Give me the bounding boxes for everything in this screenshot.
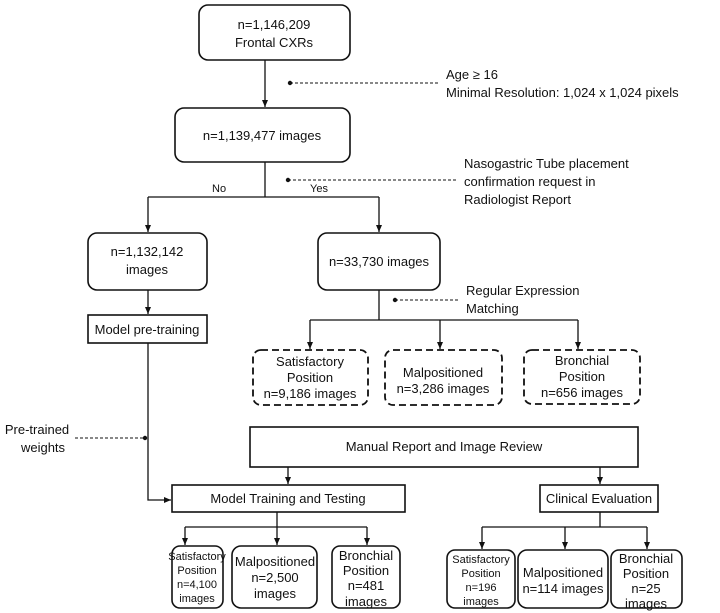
box-clin-malpositioned: Malpositioned n=114 images: [517, 549, 609, 609]
box-model-training: Model Training and Testing: [171, 484, 406, 513]
svg-text:n=25: n=25: [631, 581, 660, 596]
box-regex-bronchial: Bronchial Position n=656 images: [523, 349, 641, 405]
svg-text:Satisfactory: Satisfactory: [168, 551, 226, 563]
svg-text:Manual Report and Image Review: Manual Report and Image Review: [346, 439, 543, 454]
svg-text:Malpositioned: Malpositioned: [523, 565, 603, 580]
svg-text:Position: Position: [177, 565, 216, 577]
svg-text:n=1,139,477 images: n=1,139,477 images: [203, 128, 322, 143]
svg-text:n=114 images: n=114 images: [522, 581, 604, 596]
annotation-regex: Regular Expression Matching: [466, 283, 579, 316]
svg-text:n=9,186 images: n=9,186 images: [264, 386, 357, 401]
svg-text:Bronchial: Bronchial: [339, 548, 393, 563]
svg-text:Age ≥ 16: Age ≥ 16: [446, 67, 498, 82]
svg-text:Model pre-training: Model pre-training: [95, 322, 200, 337]
annotation-ngt-request: Nasogastric Tube placement confirmation …: [464, 156, 629, 207]
svg-text:Pre-trained: Pre-trained: [5, 422, 69, 437]
svg-text:n=196: n=196: [466, 582, 497, 594]
svg-text:Regular Expression: Regular Expression: [466, 283, 579, 298]
box-no-branch: n=1,132,142 images: [87, 232, 208, 291]
svg-text:n=33,730 images: n=33,730 images: [329, 254, 430, 269]
box-clinical-evaluation: Clinical Evaluation: [539, 484, 659, 513]
svg-text:Bronchial: Bronchial: [555, 353, 609, 368]
box-train-bronchial: Bronchial Position n=481 images: [331, 545, 401, 609]
svg-text:Minimal Resolution: 1,024 x 1,: Minimal Resolution: 1,024 x 1,024 pixels: [446, 85, 679, 100]
svg-text:Position: Position: [461, 568, 500, 580]
svg-text:confirmation request in: confirmation request in: [464, 174, 596, 189]
svg-text:Bronchial: Bronchial: [619, 551, 673, 566]
svg-text:Nasogastric Tube placement: Nasogastric Tube placement: [464, 156, 629, 171]
svg-text:Clinical Evaluation: Clinical Evaluation: [546, 491, 652, 506]
svg-text:n=4,100: n=4,100: [177, 579, 217, 591]
box-yes-branch: n=33,730 images: [317, 232, 441, 291]
svg-text:Model Training and Testing: Model Training and Testing: [210, 491, 365, 506]
svg-text:weights: weights: [20, 440, 66, 455]
svg-text:images: images: [254, 586, 296, 601]
label-no: No: [212, 183, 226, 195]
svg-text:n=656 images: n=656 images: [541, 385, 624, 400]
label-yes: Yes: [310, 183, 328, 195]
flowchart: n=1,146,209 Frontal CXRs n=1,139,477 ima…: [5, 4, 683, 611]
svg-text:n=3,286 images: n=3,286 images: [397, 381, 490, 396]
annotation-filter: Age ≥ 16 Minimal Resolution: 1,024 x 1,0…: [446, 67, 679, 100]
svg-text:Frontal CXRs: Frontal CXRs: [235, 35, 314, 50]
svg-text:images: images: [463, 596, 499, 608]
box-clin-satisfactory: Satisfactory Position n=196 images: [446, 549, 516, 609]
svg-text:Position: Position: [623, 566, 669, 581]
box-train-malpositioned: Malpositioned n=2,500 images: [231, 545, 318, 609]
svg-text:n=1,132,142: n=1,132,142: [111, 244, 184, 259]
box-train-satisfactory: Satisfactory Position n=4,100 images: [168, 545, 226, 609]
svg-text:n=481: n=481: [348, 578, 385, 593]
svg-text:Satisfactory: Satisfactory: [276, 354, 344, 369]
svg-text:Position: Position: [559, 369, 605, 384]
connectors: [75, 60, 650, 549]
svg-text:Matching: Matching: [466, 301, 519, 316]
box-filtered-images: n=1,139,477 images: [174, 107, 351, 163]
box-total-cxrs: n=1,146,209 Frontal CXRs: [198, 4, 351, 61]
annotation-pretrained-weights: Pre-trained weights: [5, 422, 69, 455]
svg-text:Malpositioned: Malpositioned: [235, 554, 315, 569]
svg-text:n=1,146,209: n=1,146,209: [238, 17, 311, 32]
svg-text:images: images: [625, 596, 667, 611]
svg-text:n=2,500: n=2,500: [251, 570, 298, 585]
box-regex-malpositioned: Malpositioned n=3,286 images: [384, 349, 503, 406]
svg-text:Position: Position: [343, 563, 389, 578]
svg-text:images: images: [126, 262, 168, 277]
box-model-pretraining: Model pre-training: [87, 314, 208, 344]
svg-text:images: images: [179, 593, 215, 605]
box-regex-satisfactory: Satisfactory Position n=9,186 images: [252, 349, 369, 406]
svg-text:Position: Position: [287, 370, 333, 385]
svg-text:images: images: [345, 594, 387, 609]
svg-text:Malpositioned: Malpositioned: [403, 365, 483, 380]
box-manual-review: Manual Report and Image Review: [249, 426, 639, 468]
box-clin-bronchial: Bronchial Position n=25 images: [610, 549, 683, 611]
svg-text:Radiologist Report: Radiologist Report: [464, 192, 571, 207]
svg-text:Satisfactory: Satisfactory: [452, 554, 510, 566]
